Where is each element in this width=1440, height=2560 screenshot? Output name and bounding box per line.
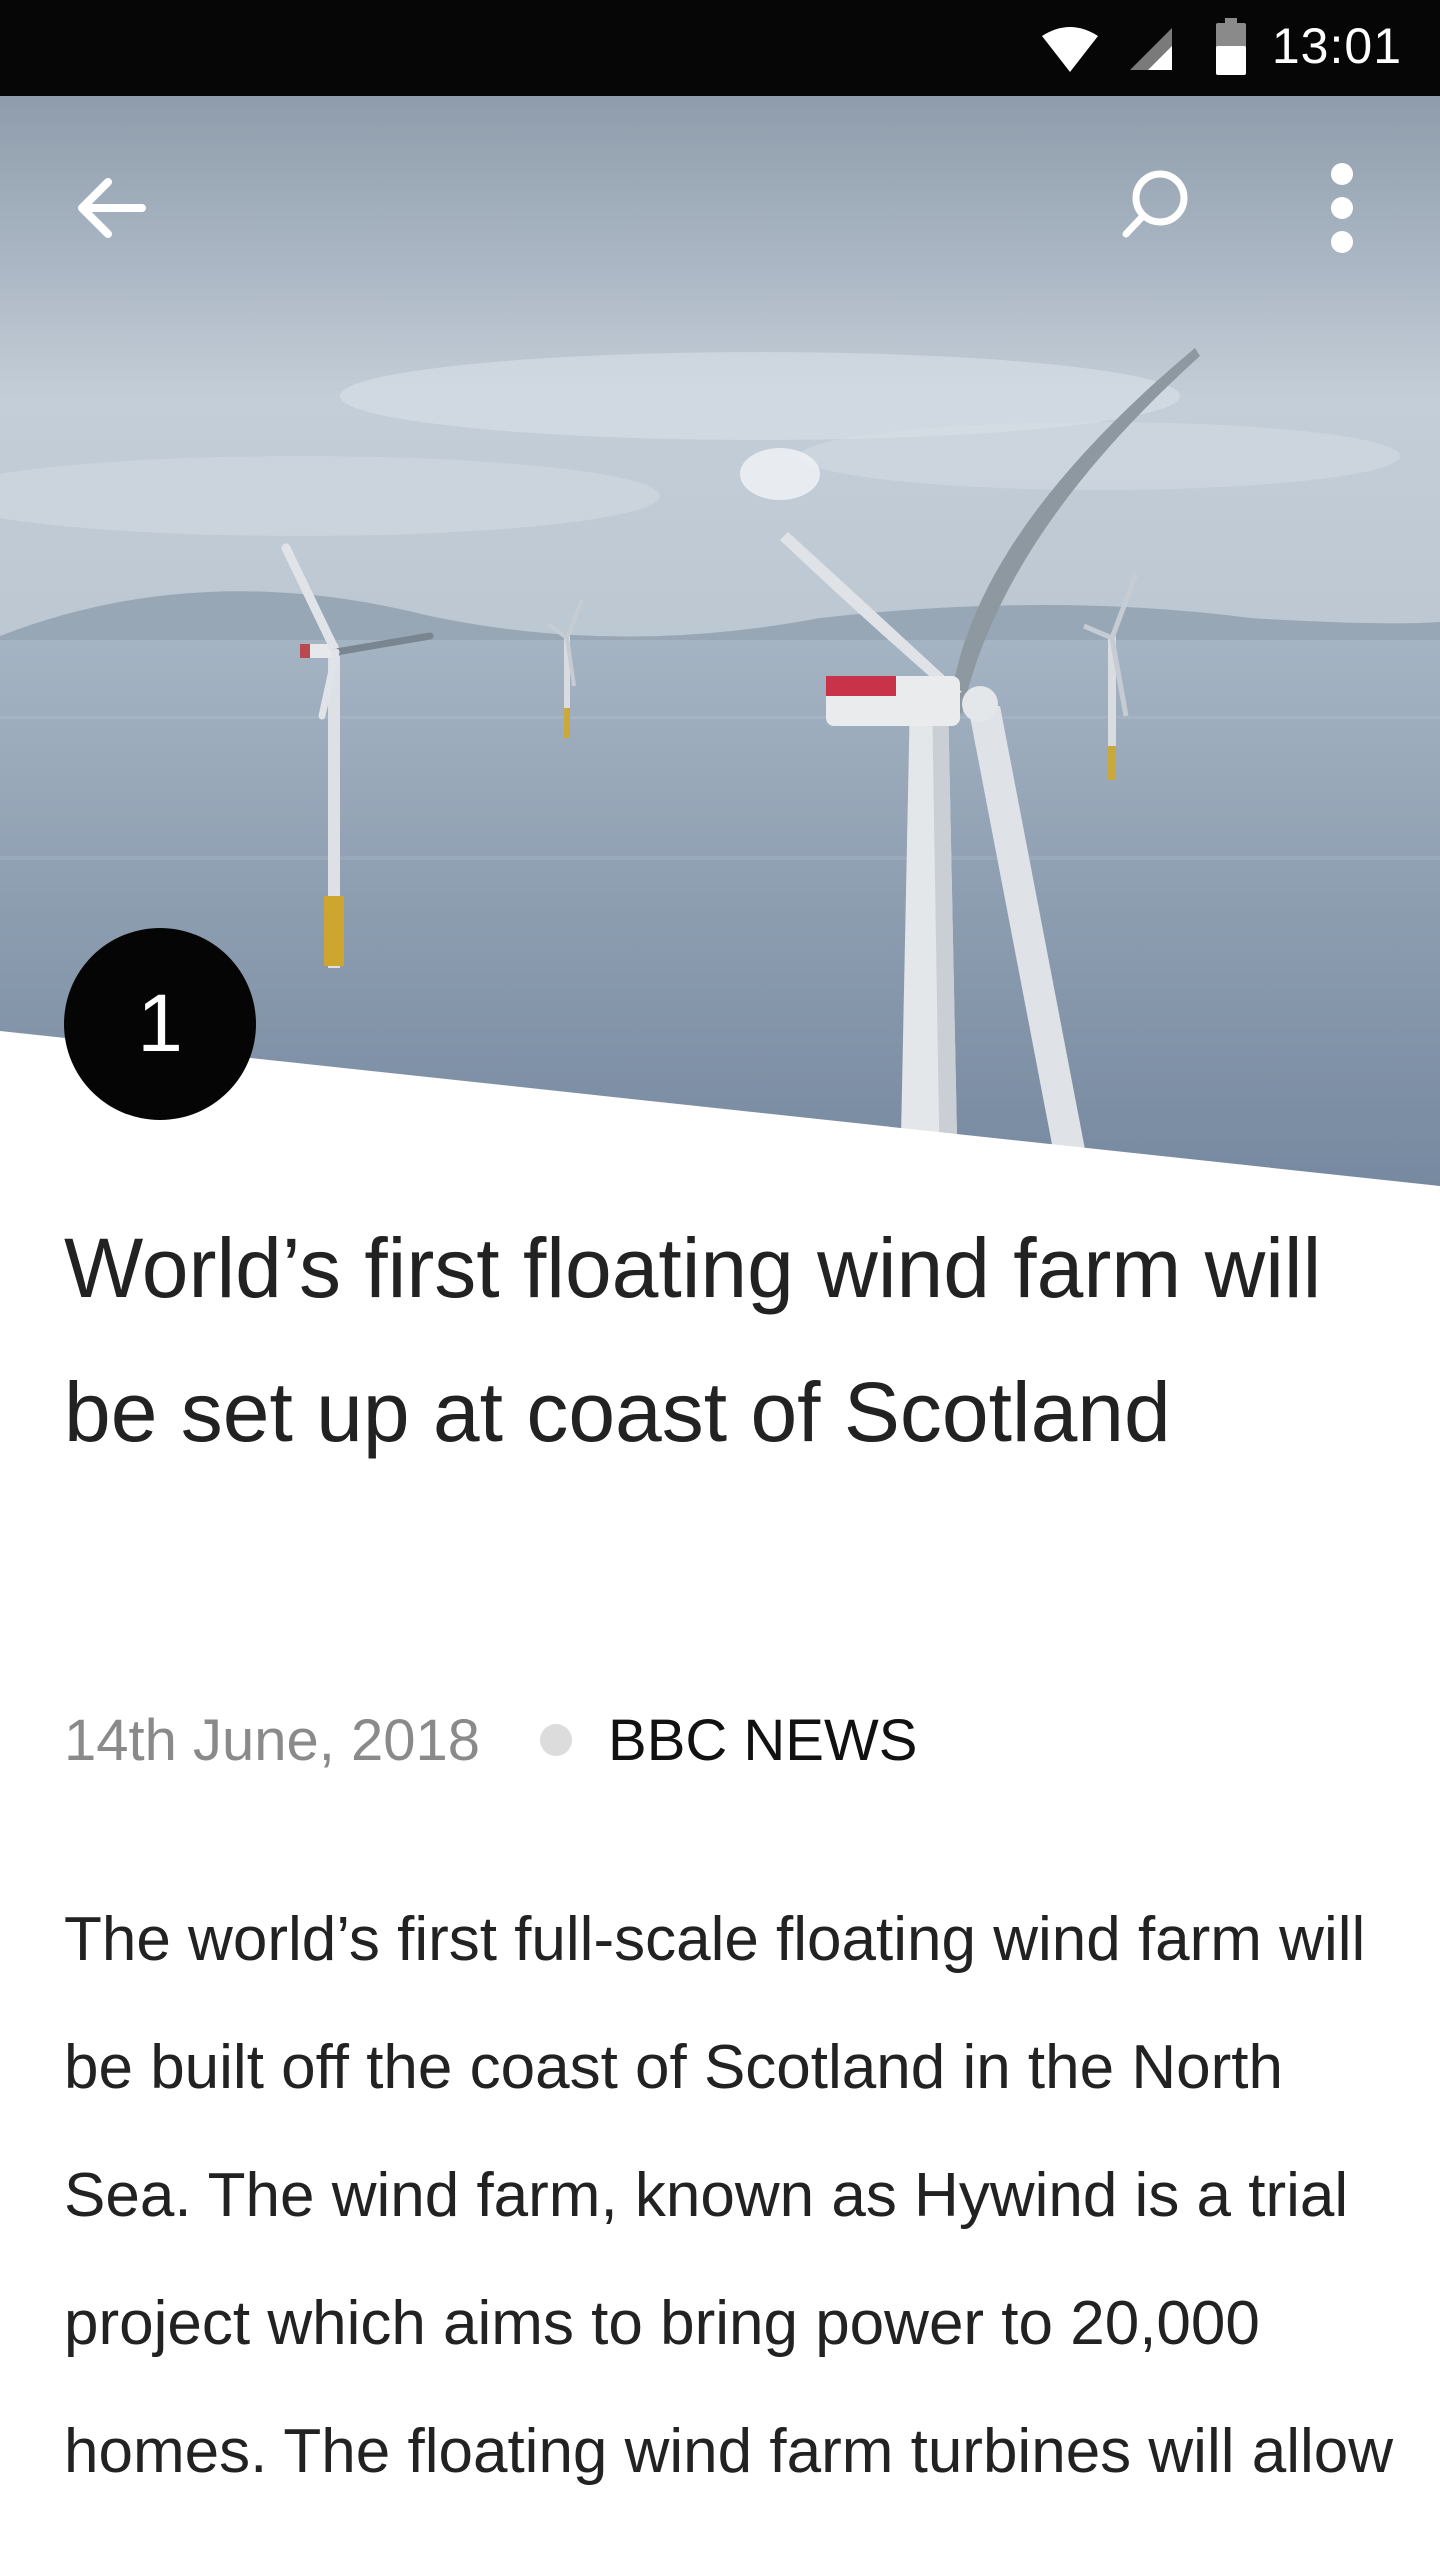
back-button[interactable]	[52, 148, 172, 268]
battery-icon	[1216, 18, 1246, 75]
more-vert-icon	[1331, 163, 1353, 253]
status-bar: 13:01	[0, 0, 1440, 96]
separator-dot	[540, 1724, 573, 1756]
more-options-button[interactable]	[1282, 148, 1402, 268]
arrow-left-icon	[78, 178, 146, 238]
article-date: 14th June, 2018	[64, 1707, 481, 1773]
search-icon	[1122, 170, 1188, 238]
article-title: World’s first floating wind farm will be…	[64, 1221, 1322, 1459]
article-body: The world’s first full-scale floating wi…	[64, 1905, 1394, 2486]
article-meta: 14th June, 2018 BBC NEWS	[64, 1700, 917, 1780]
wifi-icon	[1042, 27, 1098, 72]
search-button[interactable]	[1094, 144, 1214, 264]
article-source[interactable]: BBC NEWS	[608, 1707, 917, 1774]
status-time: 13:01	[1271, 18, 1402, 74]
cell-signal-icon	[1130, 28, 1172, 70]
rank-badge: 1	[64, 928, 256, 1120]
